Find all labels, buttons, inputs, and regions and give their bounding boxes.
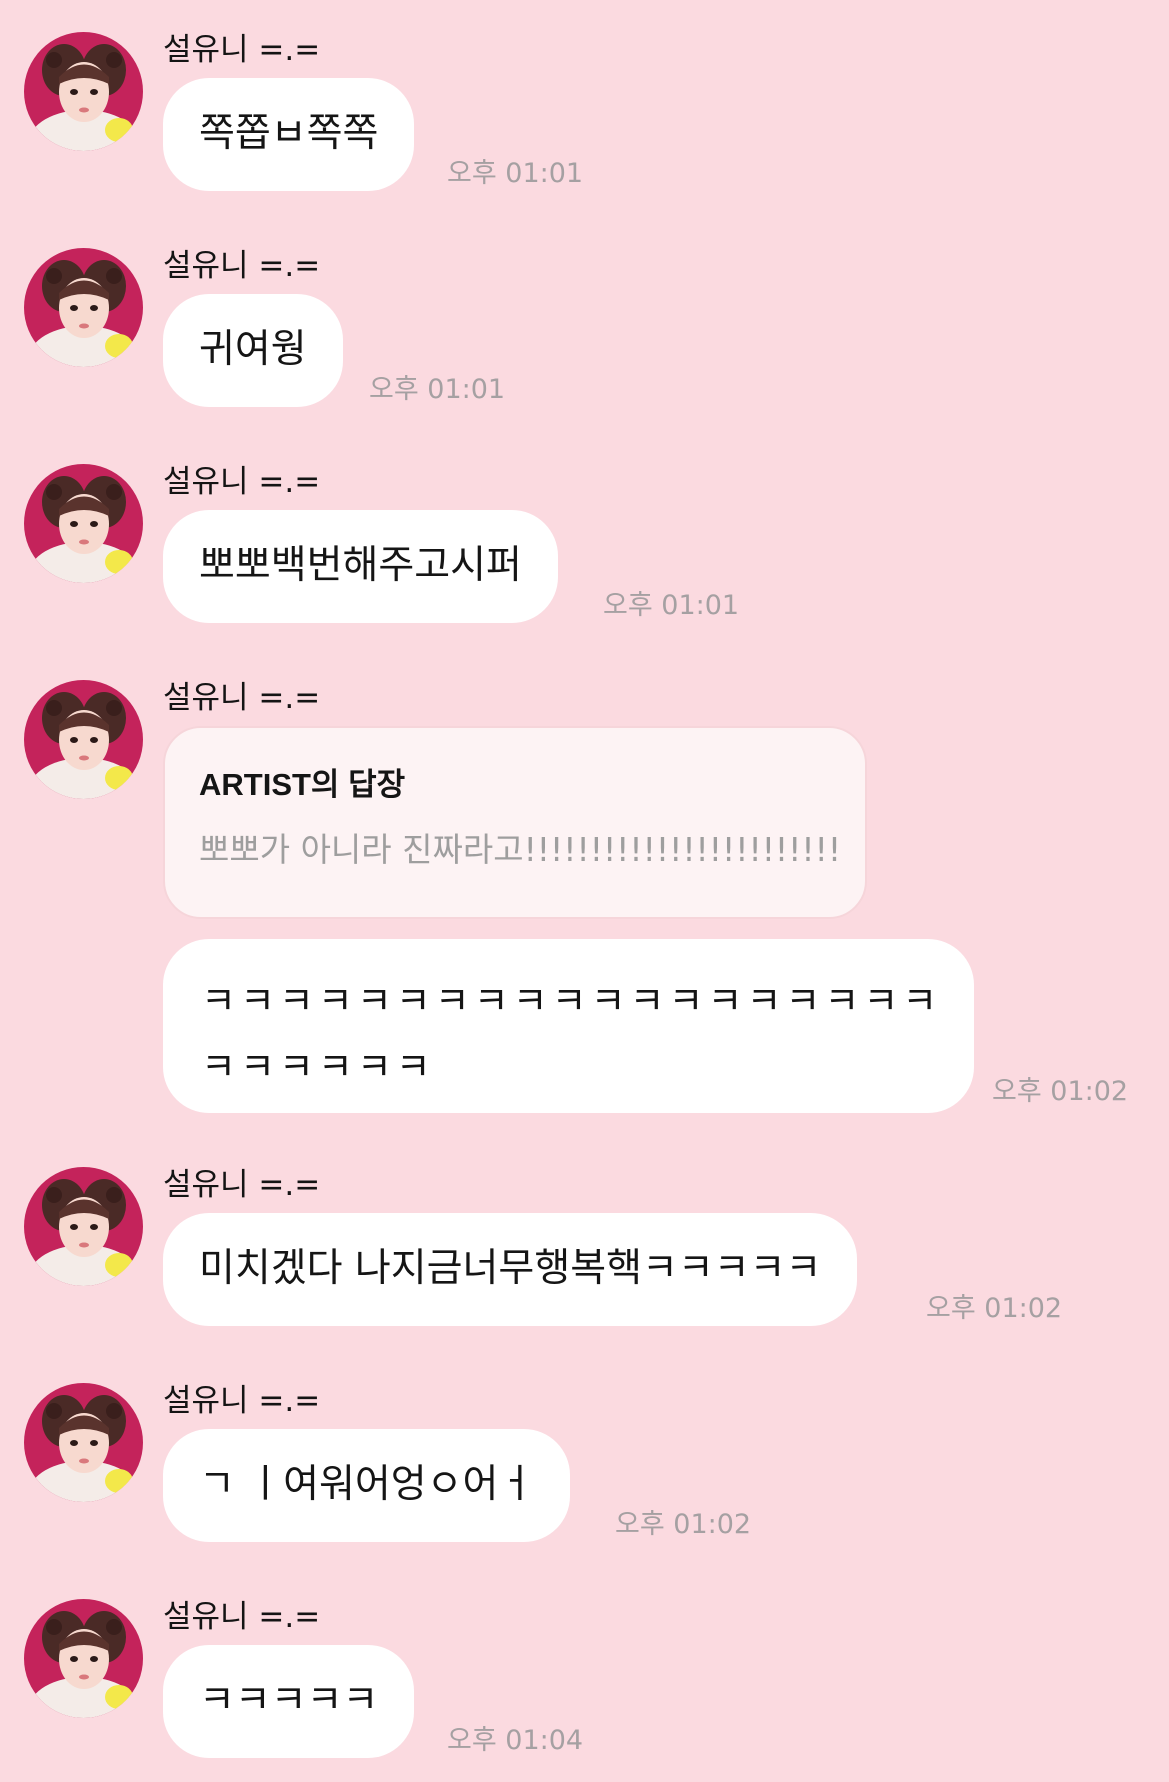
avatar[interactable]: [24, 1167, 143, 1286]
avatar[interactable]: [24, 1599, 143, 1718]
profile-photo-icon: [24, 680, 143, 799]
timestamp: 오후 01:01: [369, 374, 506, 405]
avatar[interactable]: [24, 464, 143, 583]
message-bubble[interactable]: ㄱ ㅣ여워어엉ㅇ어ㅓ: [163, 1429, 571, 1542]
profile-photo-icon: [24, 32, 143, 151]
timestamp: 오후 01:02: [992, 1076, 1129, 1107]
sender-name: 설유니 =.=: [163, 1599, 321, 1635]
reply-card[interactable]: ARTIST의 답장 뽀뽀가 아니라 진짜라고!!!!!!!!!!!!!!!!!…: [163, 726, 867, 919]
message-group: 설유니 =.= 뽀뽀백번해주고시퍼 오후 01:01: [0, 462, 1169, 632]
profile-photo-icon: [24, 1599, 143, 1718]
reply-quoted-text: 뽀뽀가 아니라 진짜라고!!!!!!!!!!!!!!!!!!!!!!!!: [199, 830, 842, 869]
sender-name: 설유니 =.=: [163, 680, 321, 716]
timestamp: 오후 01:02: [926, 1293, 1063, 1324]
avatar[interactable]: [24, 680, 143, 799]
message-group: 설유니 =.= 귀여웡 오후 01:01: [0, 246, 1169, 416]
timestamp: 오후 01:01: [447, 158, 584, 189]
message-bubble[interactable]: ㅋㅋㅋㅋㅋ: [163, 1645, 415, 1758]
sender-name: 설유니 =.=: [163, 464, 321, 500]
timestamp: 오후 01:01: [603, 590, 740, 621]
sender-name: 설유니 =.=: [163, 1167, 321, 1203]
profile-photo-icon: [24, 1383, 143, 1502]
reply-title: ARTIST의 답장: [199, 767, 406, 802]
message-group: 설유니 =.= 쪽쫍ㅂ쪽쪽 오후 01:01: [0, 30, 1169, 200]
message-line: ㅋㅋㅋㅋㅋㅋㅋㅋㅋㅋㅋㅋㅋㅋㅋㅋㅋㅋㅋ: [201, 979, 942, 1023]
profile-photo-icon: [24, 464, 143, 583]
profile-photo-icon: [24, 248, 143, 367]
message-group: 설유니 =.= ㅋㅋㅋㅋㅋ 오후 01:04: [0, 1597, 1169, 1767]
message-group: 설유니 =.= ARTIST의 답장 뽀뽀가 아니라 진짜라고!!!!!!!!!…: [0, 678, 1169, 1118]
sender-name: 설유니 =.=: [163, 1383, 321, 1419]
avatar[interactable]: [24, 248, 143, 367]
sender-name: 설유니 =.=: [163, 248, 321, 284]
avatar[interactable]: [24, 1383, 143, 1502]
message-bubble[interactable]: 쪽쫍ㅂ쪽쪽: [163, 78, 415, 191]
message-group: 설유니 =.= 미치겠다 나지금너무행복핵ㅋㅋㅋㅋㅋ 오후 01:02: [0, 1165, 1169, 1335]
message-bubble[interactable]: 미치겠다 나지금너무행복핵ㅋㅋㅋㅋㅋ: [163, 1213, 858, 1326]
avatar[interactable]: [24, 32, 143, 151]
timestamp: 오후 01:04: [447, 1725, 584, 1756]
sender-name: 설유니 =.=: [163, 32, 321, 68]
message-line: ㅋㅋㅋㅋㅋㅋ: [201, 1045, 435, 1089]
message-bubble[interactable]: 뽀뽀백번해주고시퍼: [163, 510, 558, 623]
message-bubble[interactable]: ㅋㅋㅋㅋㅋㅋㅋㅋㅋㅋㅋㅋㅋㅋㅋㅋㅋㅋㅋ ㅋㅋㅋㅋㅋㅋ: [163, 939, 974, 1113]
message-group: 설유니 =.= ㄱ ㅣ여워어엉ㅇ어ㅓ 오후 01:02: [0, 1381, 1169, 1551]
message-bubble[interactable]: 귀여웡: [163, 294, 343, 407]
timestamp: 오후 01:02: [615, 1509, 752, 1540]
profile-photo-icon: [24, 1167, 143, 1286]
chat-thread[interactable]: 설유니 =.= 쪽쫍ㅂ쪽쪽 오후 01:01 설유니 =.= 귀여웡 오후 01…: [0, 0, 1169, 1782]
